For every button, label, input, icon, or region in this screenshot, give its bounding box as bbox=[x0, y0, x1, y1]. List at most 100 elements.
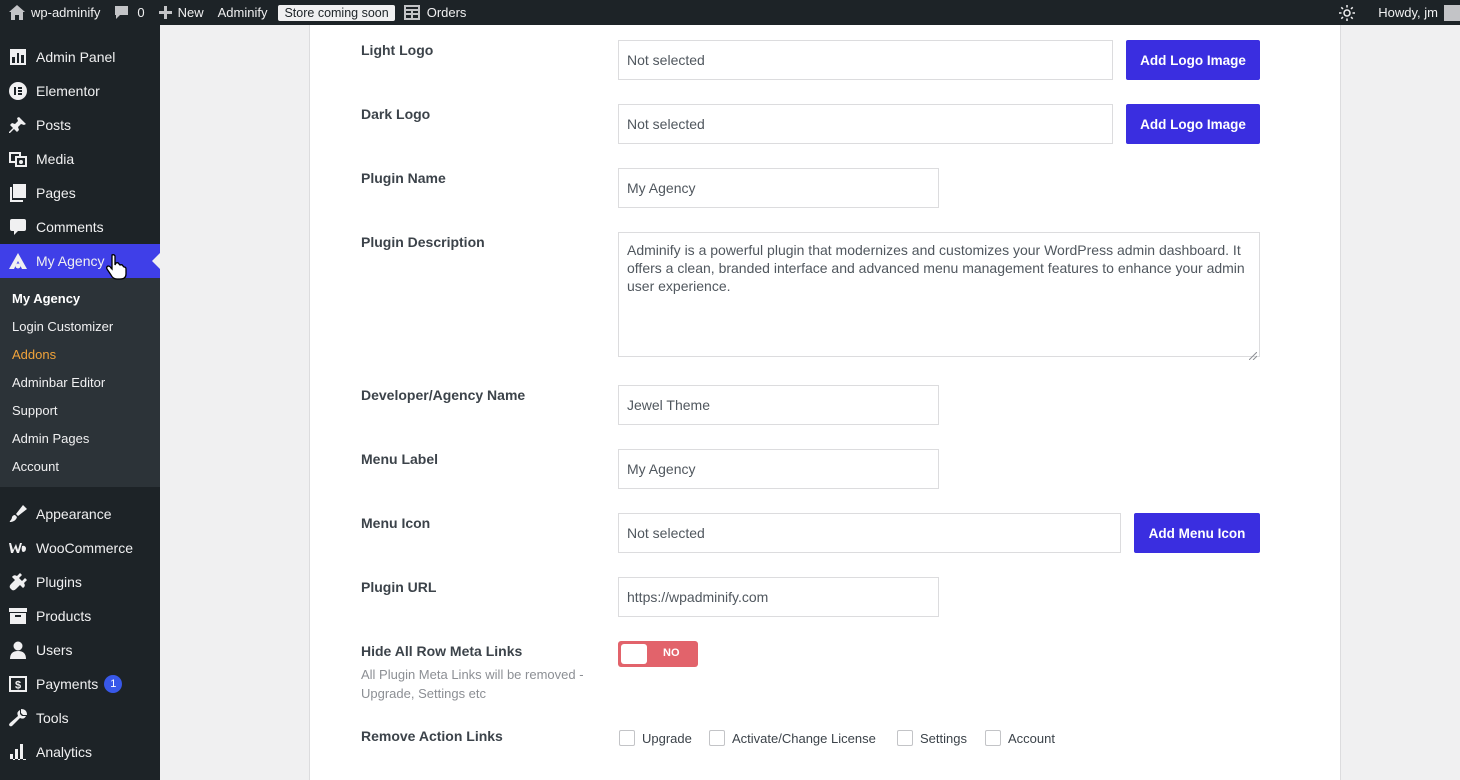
menu-label: WooCommerce bbox=[36, 540, 133, 556]
menu-label: Posts bbox=[36, 117, 72, 133]
sun-icon bbox=[1339, 4, 1356, 21]
menu-label: Appearance bbox=[36, 506, 112, 522]
plugin-description-text: Adminify is a powerful plugin that moder… bbox=[627, 242, 1245, 294]
admin-bar: wp-adminify 0 New Adminify Store coming … bbox=[0, 0, 1460, 25]
menu-item-media[interactable]: Media bbox=[0, 142, 160, 176]
menu-label: Admin Panel bbox=[36, 49, 116, 65]
menu-item-analytics[interactable]: Analytics bbox=[0, 735, 160, 769]
pin-icon bbox=[9, 116, 27, 134]
menu-item-users[interactable]: Users bbox=[0, 633, 160, 667]
store-status-badge-link[interactable]: Store coming soon bbox=[274, 0, 396, 25]
new-content-link[interactable]: New bbox=[152, 0, 211, 25]
menu-label: Users bbox=[36, 642, 73, 658]
payments-count-badge: 1 bbox=[104, 675, 123, 693]
checkbox-activate-change-license[interactable]: Activate/Change License bbox=[709, 730, 876, 746]
submenu-item-support[interactable]: Support bbox=[0, 397, 160, 425]
howdy-label: Howdy, jm bbox=[1378, 5, 1438, 20]
menu-item-plugins[interactable]: Plugins bbox=[0, 565, 160, 599]
dark-logo-field[interactable]: Not selected bbox=[618, 104, 1113, 144]
add-dark-logo-button[interactable]: Add Logo Image bbox=[1126, 104, 1260, 144]
menu-item-products[interactable]: Products bbox=[0, 599, 160, 633]
hide-meta-links-description: All Plugin Meta Links will be removed - … bbox=[361, 667, 584, 701]
comments-count: 0 bbox=[137, 5, 145, 20]
orders-table-icon bbox=[403, 5, 420, 20]
plugin-url-input[interactable]: https://wpadminify.com bbox=[618, 577, 939, 617]
adminify-link[interactable]: Adminify bbox=[211, 0, 275, 25]
menu-label: Payments bbox=[36, 676, 99, 692]
toggle-state-text: NO bbox=[663, 647, 680, 659]
brush-icon bbox=[9, 505, 27, 523]
site-home-link[interactable]: wp-adminify bbox=[0, 0, 107, 25]
light-logo-field[interactable]: Not selected bbox=[618, 40, 1113, 80]
checkbox-account[interactable]: Account bbox=[985, 730, 1055, 746]
dollar-icon: $ bbox=[9, 675, 27, 693]
menu-label: Elementor bbox=[36, 83, 100, 99]
menu-label: Analytics bbox=[36, 744, 93, 760]
menu-item-admin-panel[interactable]: Admin Panel bbox=[0, 40, 160, 74]
plugin-name-input[interactable]: My Agency bbox=[618, 168, 939, 208]
admin-sidebar: Admin Panel Elementor Posts Media Pages … bbox=[0, 25, 160, 780]
comment-bubble-icon bbox=[114, 5, 129, 20]
comments-link[interactable]: 0 bbox=[107, 0, 151, 25]
add-light-logo-button[interactable]: Add Logo Image bbox=[1126, 40, 1260, 80]
developer-name-input[interactable]: Jewel Theme bbox=[618, 385, 939, 425]
toggle-knob bbox=[621, 644, 647, 664]
my-agency-submenu: My Agency Login Customizer Addons Adminb… bbox=[0, 278, 160, 487]
wrench-icon bbox=[9, 709, 27, 727]
menu-item-posts[interactable]: Posts bbox=[0, 108, 160, 142]
checkbox-box[interactable] bbox=[897, 730, 913, 746]
orders-link[interactable]: Orders bbox=[397, 0, 474, 25]
plugin-description-label: Plugin Description bbox=[361, 234, 485, 250]
plugin-description-textarea[interactable]: Adminify is a powerful plugin that moder… bbox=[618, 232, 1260, 361]
archive-icon bbox=[9, 607, 27, 625]
menu-icon-field[interactable]: Not selected bbox=[618, 513, 1121, 553]
menu-label: Media bbox=[36, 151, 75, 167]
dashboard-icon bbox=[9, 48, 27, 66]
submenu-item-account[interactable]: Account bbox=[0, 453, 160, 481]
theme-toggle[interactable] bbox=[1332, 0, 1371, 25]
plugin-url-label: Plugin URL bbox=[361, 579, 437, 595]
menu-item-comments[interactable]: Comments bbox=[0, 210, 160, 244]
menu-item-elementor[interactable]: Elementor bbox=[0, 74, 160, 108]
menu-label: My Agency bbox=[36, 253, 105, 269]
submenu-item-adminbar-editor[interactable]: Adminbar Editor bbox=[0, 369, 160, 397]
chart-icon bbox=[9, 743, 27, 761]
site-name: wp-adminify bbox=[31, 5, 101, 20]
checkbox-box[interactable] bbox=[619, 730, 635, 746]
menu-label: Plugins bbox=[36, 574, 82, 590]
hide-meta-links-label: Hide All Row Meta Links bbox=[361, 643, 523, 659]
elementor-icon bbox=[9, 82, 27, 100]
orders-label: Orders bbox=[426, 5, 467, 20]
user-icon bbox=[9, 641, 27, 659]
checkbox-label: Account bbox=[1008, 730, 1055, 746]
menu-label-input[interactable]: My Agency bbox=[618, 449, 939, 489]
checkbox-box[interactable] bbox=[985, 730, 1001, 746]
checkbox-label: Upgrade bbox=[642, 730, 692, 746]
menu-item-payments[interactable]: $ Payments 1 bbox=[0, 667, 160, 701]
avatar bbox=[1444, 4, 1460, 21]
menu-item-woocommerce[interactable]: WooCommerce bbox=[0, 531, 160, 565]
hand-cursor-icon bbox=[106, 254, 128, 283]
menu-label: Tools bbox=[36, 710, 69, 726]
agency-icon bbox=[9, 252, 27, 270]
menu-item-my-agency[interactable]: My Agency bbox=[0, 244, 160, 280]
menu-item-tools[interactable]: Tools bbox=[0, 701, 160, 735]
submenu-item-addons[interactable]: Addons bbox=[0, 341, 160, 369]
submenu-item-login-customizer[interactable]: Login Customizer bbox=[0, 313, 160, 341]
checkbox-box[interactable] bbox=[709, 730, 725, 746]
checkbox-upgrade[interactable]: Upgrade bbox=[619, 730, 692, 746]
menu-item-appearance[interactable]: Appearance bbox=[0, 497, 160, 531]
comment-icon bbox=[9, 218, 27, 236]
submenu-item-my-agency[interactable]: My Agency bbox=[0, 285, 160, 313]
menu-label: Products bbox=[36, 608, 92, 624]
checkbox-label: Settings bbox=[920, 730, 967, 746]
light-logo-label: Light Logo bbox=[361, 42, 434, 58]
hide-meta-links-toggle[interactable]: NO bbox=[618, 641, 698, 667]
add-menu-icon-button[interactable]: Add Menu Icon bbox=[1134, 513, 1260, 553]
menu-item-pages[interactable]: Pages bbox=[0, 176, 160, 210]
checkbox-settings[interactable]: Settings bbox=[897, 730, 967, 746]
plus-icon bbox=[158, 6, 172, 19]
submenu-item-admin-pages[interactable]: Admin Pages bbox=[0, 425, 160, 453]
resize-handle-icon[interactable] bbox=[1248, 346, 1258, 361]
user-account-menu[interactable]: Howdy, jm bbox=[1371, 0, 1460, 25]
